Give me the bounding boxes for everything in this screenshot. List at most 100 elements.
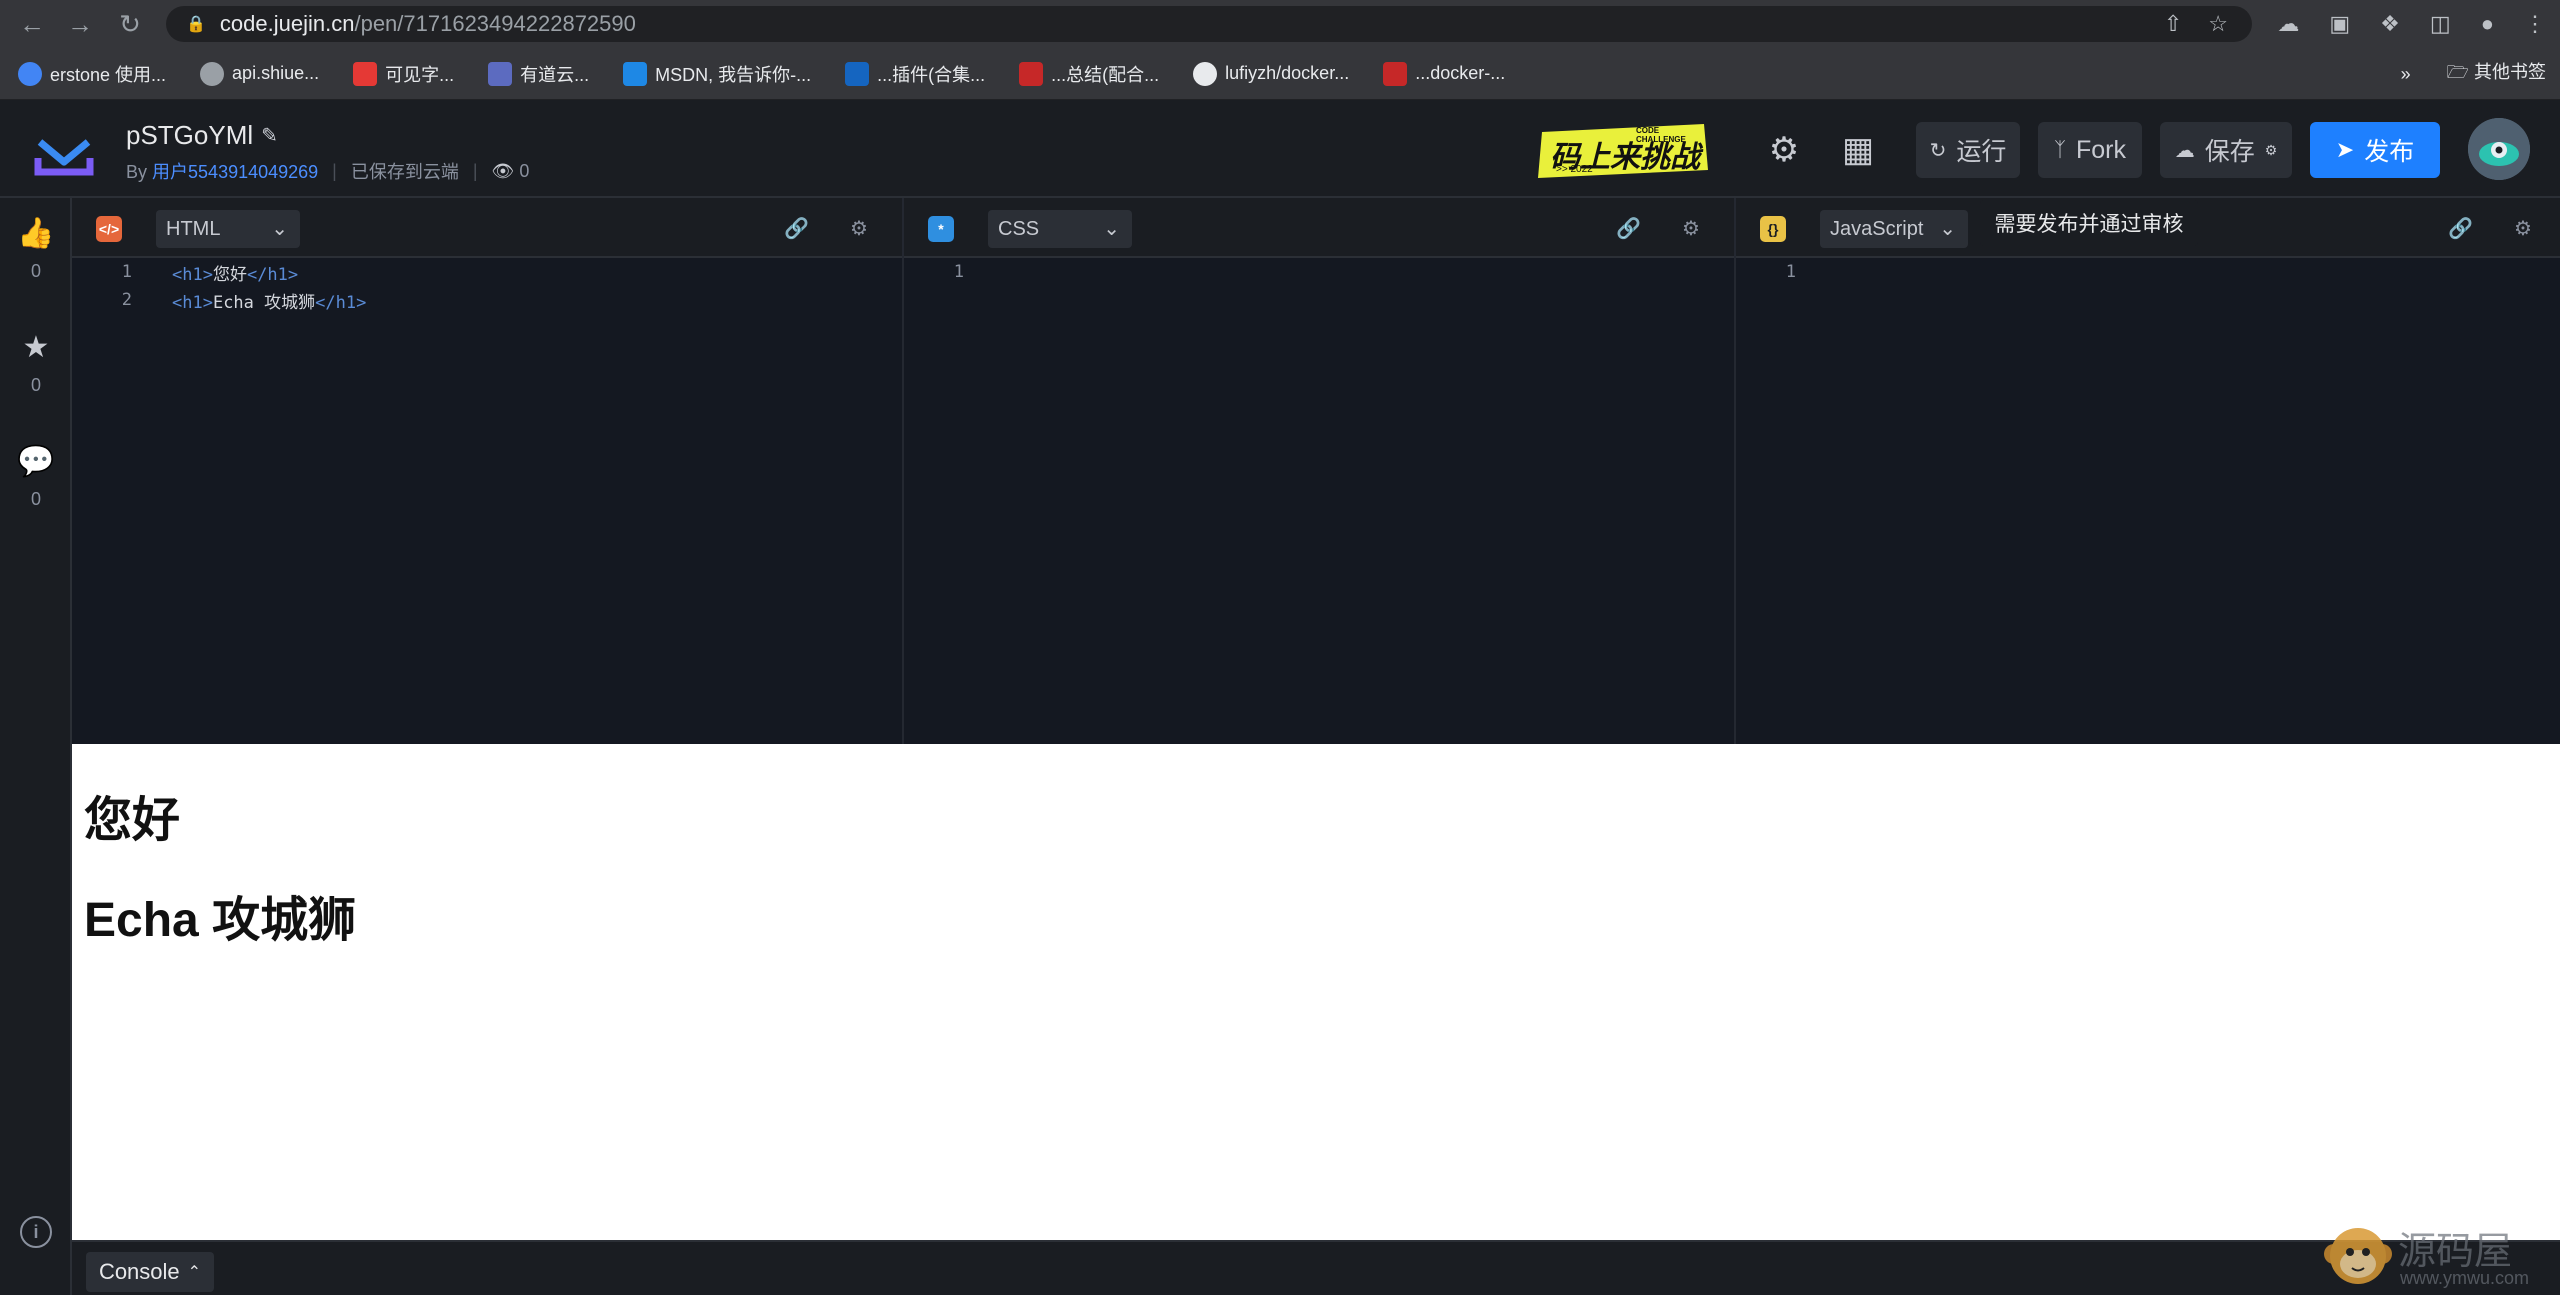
more-bookmarks-icon[interactable]: » xyxy=(2401,64,2411,85)
preview-frame: 您好 Echa 攻城狮 xyxy=(72,744,2560,1240)
css-pane-header: * CSS ⌄ 🔗 ⚙ xyxy=(904,198,1734,258)
bookmark-favicon-icon xyxy=(353,61,378,86)
css-lang-icon: * xyxy=(928,216,954,242)
css-code-editor[interactable]: 1 xyxy=(904,258,1734,286)
save-status: 已保存到云端 xyxy=(350,162,459,182)
extension-image-icon[interactable]: ▣ xyxy=(2329,11,2350,37)
fork-button[interactable]: ᛉ Fork xyxy=(2038,122,2142,178)
console-bar: Console ⌃ xyxy=(72,1240,2560,1295)
avatar-image xyxy=(2468,118,2530,180)
app-header: pSTGoYMl ✎ By 用户5543914049269 | 已保存到云端 |… xyxy=(0,100,2560,198)
settings-gear-icon[interactable]: ⚙ xyxy=(1764,130,1804,170)
bookmark-star-icon[interactable]: ☆ xyxy=(2208,11,2228,37)
paper-plane-icon: ➤ xyxy=(2335,137,2355,162)
comment-icon: 💬 xyxy=(17,445,55,478)
reload-icon[interactable]: ↻ xyxy=(108,2,152,46)
profile-icon[interactable]: ● xyxy=(2481,11,2494,37)
folder-icon: 🗁 xyxy=(2446,62,2469,82)
bookmarks-bar: erstone 使用... api.shiue... 可见字... 有道云...… xyxy=(0,48,2560,100)
code-line: 1 xyxy=(953,262,964,282)
like-action[interactable]: 👍 0 xyxy=(0,216,72,282)
html-code-editor[interactable]: 1 <h1>您好</h1> 2 <h1>Echa 攻城狮</h1> xyxy=(72,258,902,314)
js-code-editor[interactable]: 1 xyxy=(1736,258,2560,286)
browser-menu-icon[interactable]: ⋮ xyxy=(2524,11,2546,37)
link-icon[interactable]: 🔗 xyxy=(2448,216,2473,241)
star-action[interactable]: ★ 0 xyxy=(0,330,72,396)
run-button[interactable]: ↻ 运行 xyxy=(1916,122,2020,178)
watermark-url: www.ymwu.com xyxy=(2400,1268,2530,1288)
github-icon xyxy=(1193,61,1218,86)
cloud-upload-icon: ☁ xyxy=(2174,139,2195,162)
browser-toolbar: ← → ↻ 🔒 code.juejin.cn /pen/717162349422… xyxy=(0,0,2560,48)
code-line: 1 xyxy=(1785,262,1796,282)
pen-meta: By 用户5543914049269 | 已保存到云端 | 👁 0 xyxy=(126,158,529,184)
pen-title[interactable]: pSTGoYMl ✎ xyxy=(126,120,278,151)
link-icon[interactable]: 🔗 xyxy=(1616,216,1641,241)
bookmark-item[interactable]: api.shiue... xyxy=(200,61,319,86)
pane-settings-icon[interactable]: ⚙ xyxy=(850,216,868,241)
link-icon[interactable]: 🔗 xyxy=(784,216,809,241)
bookmark-item[interactable]: lufiyzh/docker... xyxy=(1193,61,1349,86)
bookmark-item[interactable]: ...docker-... xyxy=(1383,61,1505,86)
action-sidebar: 👍 0 ★ 0 💬 0 i xyxy=(0,198,72,1295)
bookmark-favicon-icon xyxy=(488,61,513,86)
js-lang-icon: {} xyxy=(1760,216,1786,242)
chevron-down-icon: ⌄ xyxy=(271,218,288,240)
star-icon: ★ xyxy=(22,331,50,364)
url-host: code.juejin.cn xyxy=(219,11,355,36)
js-language-select[interactable]: JavaScript ⌄ xyxy=(1820,210,1968,248)
thumbs-up-icon: 👍 xyxy=(17,217,55,250)
code-line: 1 <h1>您好</h1> xyxy=(121,262,299,285)
code-challenge-banner[interactable]: 码上来挑战 CODE CHALLENGE >> 2022 xyxy=(1536,122,1710,180)
pane-settings-icon[interactable]: ⚙ xyxy=(2514,216,2532,241)
juejin-logo-icon[interactable] xyxy=(34,122,94,176)
forward-icon[interactable]: → xyxy=(58,2,102,46)
publish-review-tooltip: 需要发布并通过审核 xyxy=(1980,200,2198,246)
watermark: 源码屋 www.ymwu.com xyxy=(2320,1216,2550,1292)
editor-area: </> HTML ⌄ 🔗 ⚙ 1 <h1>您好</h1> 2 <h1>Echa … xyxy=(72,198,2560,744)
comment-action[interactable]: 💬 0 xyxy=(0,444,72,510)
bookmark-favicon-icon xyxy=(18,61,42,86)
console-toggle-button[interactable]: Console ⌃ xyxy=(86,1252,214,1292)
css-editor-pane: * CSS ⌄ 🔗 ⚙ 1 xyxy=(904,198,1736,744)
extension-cloud-icon[interactable]: ☁ xyxy=(2277,11,2299,37)
run-icon: ↻ xyxy=(1929,139,1947,162)
preview-heading: 您好 xyxy=(84,794,181,847)
bookmark-item[interactable]: MSDN, 我告诉你-... xyxy=(623,61,811,87)
bookmark-favicon-icon xyxy=(845,61,870,86)
url-path: /pen/7171623494222872590 xyxy=(354,11,636,36)
html-language-select[interactable]: HTML ⌄ xyxy=(156,210,300,248)
back-icon[interactable]: ← xyxy=(10,2,54,46)
globe-icon xyxy=(200,61,225,86)
css-language-select[interactable]: CSS ⌄ xyxy=(988,210,1132,248)
code-line: 2 <h1>Echa 攻城狮</h1> xyxy=(121,290,367,313)
pane-settings-icon[interactable]: ⚙ xyxy=(1682,216,1700,241)
bookmark-item[interactable]: erstone 使用... xyxy=(18,61,166,87)
bookmark-item[interactable]: 有道云... xyxy=(488,61,589,87)
save-button[interactable]: ☁ 保存 ⚙ xyxy=(2160,122,2292,178)
layout-grid-icon[interactable]: ▦ xyxy=(1838,130,1878,170)
publish-button[interactable]: ➤ 发布 xyxy=(2310,122,2440,178)
info-icon[interactable]: i xyxy=(20,1216,52,1248)
address-bar[interactable]: 🔒 code.juejin.cn /pen/717162349422287259… xyxy=(166,6,2252,42)
preview-heading: Echa 攻城狮 xyxy=(84,894,357,947)
save-settings-icon[interactable]: ⚙ xyxy=(2265,142,2278,159)
eye-icon: 👁 xyxy=(491,160,515,181)
html-lang-icon: </> xyxy=(96,216,122,242)
bookmark-item[interactable]: ...总结(配合... xyxy=(1019,61,1159,87)
bookmark-item[interactable]: ...插件(合集... xyxy=(845,61,985,87)
watermark-text: 源码屋 xyxy=(2398,1231,2513,1273)
side-panel-icon[interactable]: ◫ xyxy=(2430,11,2451,37)
lock-icon: 🔒 xyxy=(186,16,206,33)
other-bookmarks-folder[interactable]: 🗁 其他书签 xyxy=(2447,58,2546,90)
share-icon[interactable]: ⇧ xyxy=(2164,11,2182,37)
chevron-down-icon: ⌄ xyxy=(1103,218,1120,240)
fork-icon: ᛉ xyxy=(2054,138,2066,161)
js-editor-pane: {} JavaScript ⌄ 🔗 ⚙ 1 xyxy=(1736,198,2560,744)
author-link[interactable]: 用户5543914049269 xyxy=(152,162,318,182)
html-editor-pane: </> HTML ⌄ 🔗 ⚙ 1 <h1>您好</h1> 2 <h1>Echa … xyxy=(72,198,904,744)
bookmark-item[interactable]: 可见字... xyxy=(353,61,454,87)
extensions-puzzle-icon[interactable]: ❖ xyxy=(2380,11,2400,37)
edit-pencil-icon[interactable]: ✎ xyxy=(261,123,278,148)
avatar[interactable] xyxy=(2468,118,2530,180)
